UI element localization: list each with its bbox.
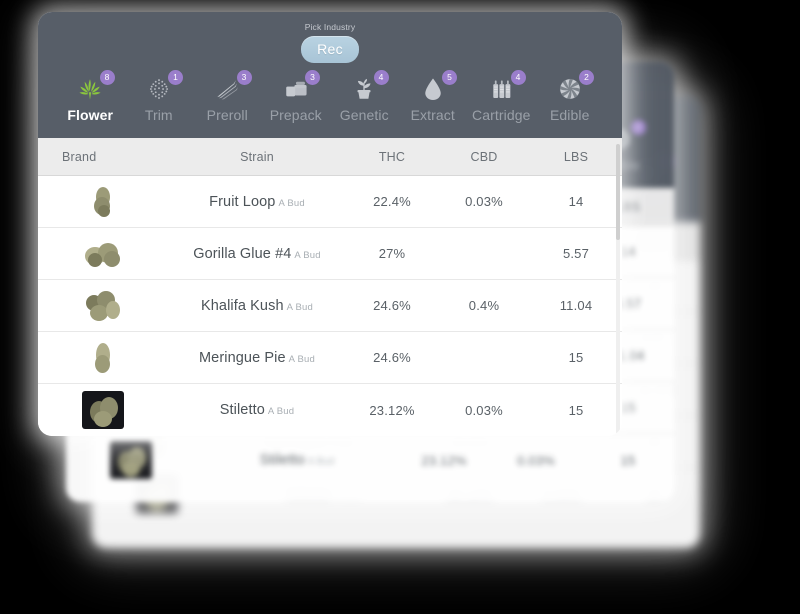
strain-thumbnail	[82, 338, 124, 377]
cell-thc: 24.6%	[373, 298, 411, 313]
column-header-brand: Brand	[62, 149, 97, 164]
category-tab-genetic[interactable]: 4 Genetic	[330, 70, 399, 123]
cell-strain: Gorilla Glue #4A Bud	[168, 245, 346, 263]
category-tab-flower[interactable]: 8 Flower	[56, 70, 125, 123]
cell-thc: 27%	[378, 246, 406, 261]
category-tab-label: Cartridge	[472, 107, 531, 123]
category-count-badge: 4	[510, 70, 526, 85]
strain-subtype: A Bud	[278, 197, 305, 209]
strain-name: Stiletto	[259, 452, 305, 468]
strain-thumbnail	[82, 234, 124, 273]
category-count-badge: 2	[579, 70, 594, 85]
strain-name: Khalifa Kush	[201, 297, 284, 314]
category-tab-preroll[interactable]: 3 Preroll	[193, 70, 262, 123]
column-header-thc: THC	[378, 149, 406, 164]
table-body: Fruit Loop A Bud 22.4% 0.03% 14 Gorilla Glue …	[38, 176, 622, 436]
table-row[interactable]: Stiletto A Bud 23.12% 0.03% 15	[38, 384, 622, 436]
cell-strain: Khalifa KushA Bud	[168, 297, 346, 315]
category-count-badge: 8	[99, 70, 115, 85]
cell-lbs: 11.04	[559, 298, 593, 313]
strain-thumbnail	[82, 286, 124, 325]
strain-thumbnail	[82, 182, 124, 221]
cell-lbs: 15	[568, 350, 584, 365]
strain-subtype: A Bud	[288, 353, 315, 365]
category-tab-label: Genetic	[339, 107, 389, 123]
category-count-badge: 3	[305, 70, 320, 85]
category-tabs: 8 Flower 1 Trim 3 Preroll 3 Prepack 4 Genetic 5 Ext…	[38, 63, 622, 132]
cell-lbs: 5.57	[562, 246, 590, 261]
cell-lbs: 14	[568, 194, 584, 209]
column-header-cbd: CBD	[470, 149, 498, 164]
table-row[interactable]: Fruit Loop A Bud 22.4% 0.03% 14	[38, 176, 622, 228]
cell-thc: 23.12%	[369, 402, 415, 418]
table-row: StilettoA Bud 23.12% 0.03% 15	[66, 434, 674, 486]
cell-strain: Meringue PieA Bud	[168, 349, 346, 367]
column-header-lbs: LBS	[563, 149, 589, 164]
cell-cbd: 0.03%	[465, 402, 503, 418]
cell-brand	[38, 182, 168, 221]
table-row[interactable]: Gorilla Glue #4 A Bud 27% 5.57	[38, 228, 622, 280]
table-header-row: Brand Strain THC CBD LBS	[38, 138, 622, 176]
table-scrollbar[interactable]	[616, 144, 620, 434]
cell-strain: Fruit LoopA Bud	[168, 193, 346, 211]
cell-cbd: 0.03%	[465, 194, 503, 209]
strain-thumbnail	[82, 391, 124, 429]
cell-brand	[38, 234, 168, 273]
strain-subtype: A Bud	[307, 456, 335, 467]
industry-selector-rec[interactable]: Rec	[301, 36, 359, 63]
cell-lbs: 15	[568, 402, 584, 418]
category-count-badge: 2	[631, 120, 646, 135]
strain-name: Stiletto	[219, 402, 265, 418]
industry-header: Pick Industry Rec 8 Flower 1 Trim 3 Preroll 3 P…	[38, 12, 622, 138]
strain-subtype: A Bud	[286, 301, 313, 313]
cell-strain: StilettoA Bud	[196, 451, 398, 469]
cell-thc: 24.6%	[373, 350, 411, 365]
cell-brand	[38, 338, 168, 377]
cell-brand	[38, 391, 168, 429]
cell-strain: StilettoA Bud	[168, 401, 346, 419]
category-tab-label: Preroll	[206, 107, 248, 123]
strain-subtype: A Bud	[267, 406, 295, 417]
strain-thumbnail	[110, 441, 152, 479]
category-count-badge: 3	[236, 70, 252, 85]
category-tab-trim[interactable]: 1 Trim	[125, 70, 194, 123]
cell-brand	[66, 441, 196, 479]
strain-subtype: A Bud	[294, 249, 321, 261]
column-header-strain: Strain	[240, 149, 274, 164]
category-tab-label: Trim	[144, 107, 173, 123]
screenshot-stage: Pick Industry Rec 8 Flower 1 Trim 3 Preroll 3 P…	[0, 0, 800, 614]
category-tab-edible[interactable]: 2 Edible	[536, 70, 605, 123]
table-row[interactable]: Khalifa Kush A Bud 24.6% 0.4% 11.04	[38, 280, 622, 332]
inventory-card: Pick Industry Rec 8 Flower 1 Trim 3 Preroll 3 P…	[38, 12, 622, 436]
category-tab-label: Edible	[549, 107, 590, 123]
category-tab-label: Prepack	[269, 107, 322, 123]
pick-industry-label: Pick Industry	[304, 22, 356, 32]
cell-lbs: 15	[620, 452, 636, 468]
category-tab-label: Flower	[67, 107, 114, 123]
table-row[interactable]: Meringue Pie A Bud 24.6% 15	[38, 332, 622, 384]
strain-name: Meringue Pie	[199, 349, 286, 366]
strain-name: Fruit Loop	[209, 193, 276, 210]
cell-thc: 23.12%	[421, 452, 467, 468]
cell-thc: 22.4%	[373, 194, 411, 209]
strain-name: Gorilla Glue #4	[193, 245, 292, 262]
category-tab-extract[interactable]: 5 Extract	[399, 70, 468, 123]
category-tab-prepack[interactable]: 3 Prepack	[262, 70, 331, 123]
cell-brand	[38, 286, 168, 325]
cell-cbd: 0.03%	[517, 452, 555, 468]
category-count-badge: 1	[168, 70, 183, 85]
cell-cbd: 0.4%	[468, 298, 500, 313]
category-tab-label: Extract	[410, 107, 455, 123]
category-tab-cartridge[interactable]: 4 Cartridge	[467, 70, 536, 123]
category-count-badge: 4	[373, 70, 389, 85]
table-scrollbar-thumb[interactable]	[616, 144, 620, 240]
category-count-badge: 5	[442, 70, 457, 85]
